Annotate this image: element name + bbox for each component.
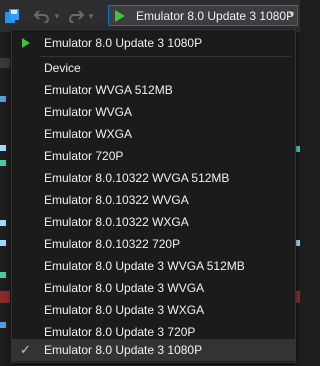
run-target-label: Emulator 8.0 Update 3 1080P <box>136 8 295 23</box>
menu-item-emulator-wvga-512mb[interactable]: Emulator WVGA 512MB <box>12 79 295 101</box>
menu-item-emulator-10322-wxga[interactable]: Emulator 8.0.10322 WXGA <box>12 211 295 233</box>
redo-icon[interactable] <box>68 7 84 25</box>
checkmark-icon: ✓ <box>20 342 31 357</box>
undo-dropdown-icon[interactable]: ▾ <box>52 7 62 25</box>
save-all-icon[interactable] <box>4 7 20 25</box>
menu-item-emulator-10322-wvga-512mb[interactable]: Emulator 8.0.10322 WVGA 512MB <box>12 167 295 189</box>
toolbar: ▾ ▾ Emulator 8.0 Update 3 1080P ▾ <box>0 0 300 32</box>
play-icon <box>22 38 30 48</box>
chevron-down-icon[interactable]: ▾ <box>289 9 294 20</box>
menu-item-emulator-update3-1080p[interactable]: ✓ Emulator 8.0 Update 3 1080P <box>12 339 295 361</box>
menu-item-emulator-update3-wvga[interactable]: Emulator 8.0 Update 3 WVGA <box>12 277 295 299</box>
play-icon <box>115 9 125 22</box>
debug-target-dropdown-menu: Emulator 8.0 Update 3 1080P Device Emula… <box>11 29 296 363</box>
menu-item-emulator-update3-wvga-512mb[interactable]: Emulator 8.0 Update 3 WVGA 512MB <box>12 255 295 277</box>
menu-item-emulator-update3-wxga[interactable]: Emulator 8.0 Update 3 WXGA <box>12 299 295 321</box>
menu-item-emulator-720p[interactable]: Emulator 720P <box>12 145 295 167</box>
menu-item-device[interactable]: Device <box>12 57 295 79</box>
undo-icon[interactable] <box>34 7 50 25</box>
redo-dropdown-icon[interactable]: ▾ <box>86 7 96 25</box>
menu-item-emulator-10322-wvga[interactable]: Emulator 8.0.10322 WVGA <box>12 189 295 211</box>
menu-item-current-target[interactable]: Emulator 8.0 Update 3 1080P <box>12 32 295 54</box>
menu-item-emulator-wvga[interactable]: Emulator WVGA <box>12 101 295 123</box>
start-debugging-button[interactable]: Emulator 8.0 Update 3 1080P ▾ <box>108 5 298 26</box>
menu-item-emulator-10322-720p[interactable]: Emulator 8.0.10322 720P <box>12 233 295 255</box>
menu-item-emulator-wxga[interactable]: Emulator WXGA <box>12 123 295 145</box>
